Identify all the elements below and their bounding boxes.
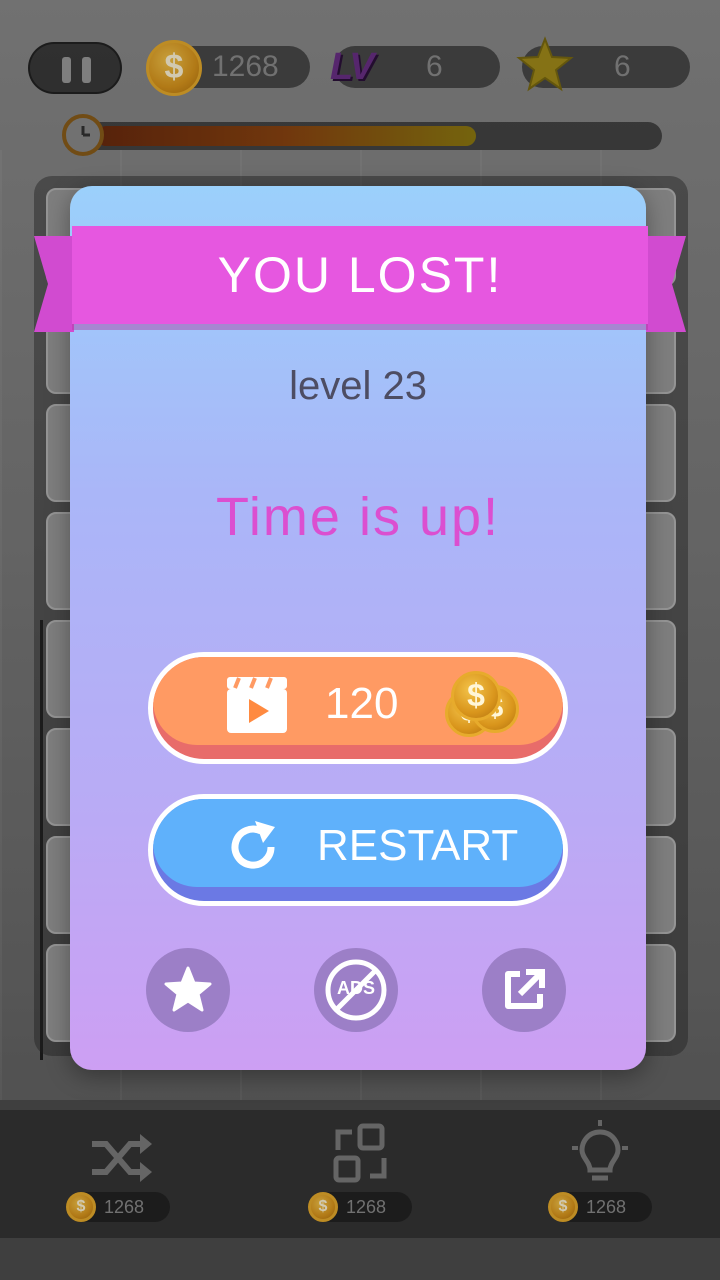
title-ribbon: YOU LOST! <box>72 226 648 324</box>
restart-button[interactable]: RESTART <box>148 794 568 906</box>
level-label: level 23 <box>289 364 427 408</box>
ribbon-tail-left <box>34 236 74 332</box>
video-reward-amount: 120 <box>325 679 399 728</box>
coin-icon: $ <box>451 671 501 721</box>
dialog-title: YOU LOST! <box>217 247 503 303</box>
star-icon <box>164 966 212 1012</box>
loss-reason: Time is up! <box>215 487 501 547</box>
restart-label: RESTART <box>317 821 519 870</box>
video-play-icon <box>227 677 287 733</box>
restart-icon <box>231 821 275 869</box>
ribbon-tail-right <box>646 236 686 332</box>
share-button[interactable] <box>482 948 566 1032</box>
remove-ads-button[interactable]: ADS <box>314 948 398 1032</box>
coins-icon: $ $ $ <box>437 671 527 741</box>
watch-video-button[interactable]: 120 $ $ $ <box>148 652 568 764</box>
share-icon <box>505 969 545 1009</box>
no-ads-label: ADS <box>336 978 375 998</box>
rate-star-button[interactable] <box>146 948 230 1032</box>
